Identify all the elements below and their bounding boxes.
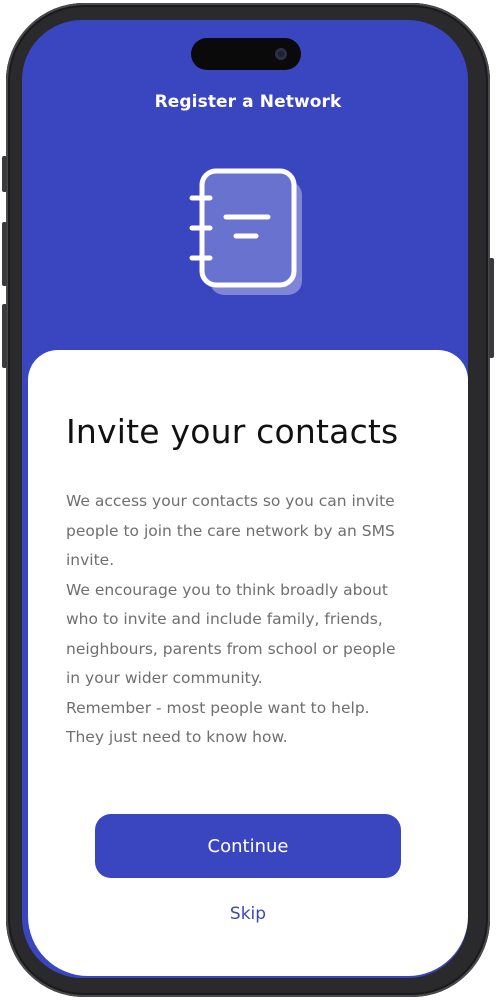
description: We access your contacts so you can invit… <box>66 487 422 753</box>
description-line: who to invite and include family, friend… <box>66 610 383 628</box>
description-line: We encourage you to think broadly about <box>66 580 388 599</box>
description-line: Remember - most people want to help. <box>66 698 370 717</box>
volume-down-button <box>2 304 7 368</box>
description-line: neighbours, parents from school or peopl… <box>66 639 396 658</box>
description-line: people to join the care network by an SM… <box>66 521 395 540</box>
power-button <box>489 258 494 358</box>
description-line: We access your contacts so you can invit… <box>66 492 395 510</box>
description-line: invite. <box>66 551 115 569</box>
volume-up-button <box>2 222 7 286</box>
description-line: They just need to know how. <box>66 728 288 746</box>
action-button <box>2 156 7 192</box>
camera-icon <box>275 48 287 60</box>
notebook-icon <box>189 168 302 295</box>
header-title: Register a Network <box>154 92 342 112</box>
description-line: in your wider community. <box>66 669 263 687</box>
notebook-cover <box>199 168 297 288</box>
page-title: Invite your contacts <box>66 412 399 451</box>
skip-link[interactable]: Skip <box>0 904 496 924</box>
continue-button[interactable]: Continue <box>95 814 401 878</box>
